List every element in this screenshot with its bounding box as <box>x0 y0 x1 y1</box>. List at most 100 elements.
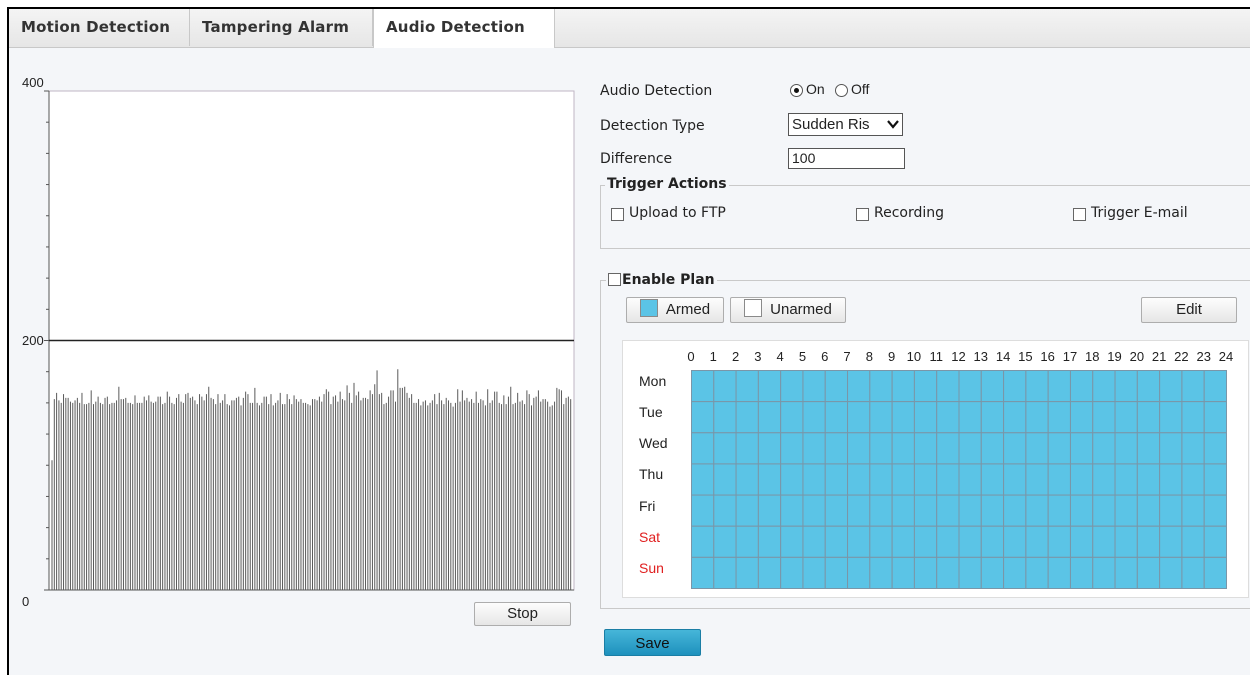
schedule-cell[interactable] <box>824 494 849 527</box>
on-radio[interactable] <box>790 84 803 97</box>
schedule-cell[interactable] <box>1047 556 1071 589</box>
schedule-cell[interactable] <box>847 432 871 465</box>
schedule-grid[interactable] <box>691 370 1227 589</box>
schedule-cell[interactable] <box>1025 370 1049 403</box>
schedule-cell[interactable] <box>691 525 715 558</box>
schedule-cell[interactable] <box>1025 463 1049 496</box>
schedule-cell[interactable] <box>936 401 960 434</box>
schedule-cell[interactable] <box>1114 401 1138 434</box>
schedule-cell[interactable] <box>802 556 826 589</box>
schedule-cell[interactable] <box>1003 525 1027 558</box>
schedule-cell[interactable] <box>1003 463 1027 496</box>
stop-button[interactable]: Stop <box>474 602 571 626</box>
schedule-cell[interactable] <box>1136 494 1161 527</box>
schedule-cell[interactable] <box>913 494 938 527</box>
schedule-cell[interactable] <box>936 370 960 403</box>
schedule-cell[interactable] <box>1092 401 1116 434</box>
schedule-cell[interactable] <box>1047 494 1071 527</box>
schedule-cell[interactable] <box>1114 370 1138 403</box>
save-button[interactable]: Save <box>604 629 701 656</box>
schedule-cell[interactable] <box>1047 401 1071 434</box>
schedule-cell[interactable] <box>1181 556 1205 589</box>
schedule-cell[interactable] <box>735 463 759 496</box>
schedule-cell[interactable] <box>980 463 1005 496</box>
schedule-cell[interactable] <box>1025 525 1049 558</box>
schedule-cell[interactable] <box>958 463 982 496</box>
schedule-cell[interactable] <box>1069 401 1094 434</box>
schedule-cell[interactable] <box>780 432 804 465</box>
schedule-cell[interactable] <box>891 401 915 434</box>
schedule-cell[interactable] <box>691 463 715 496</box>
schedule-cell[interactable] <box>713 401 737 434</box>
schedule-cell[interactable] <box>936 525 960 558</box>
schedule-cell[interactable] <box>1203 494 1227 527</box>
schedule-cell[interactable] <box>1003 370 1027 403</box>
schedule-cell[interactable] <box>1181 401 1205 434</box>
schedule-cell[interactable] <box>958 401 982 434</box>
schedule-cell[interactable] <box>1203 432 1227 465</box>
schedule-cell[interactable] <box>824 432 849 465</box>
schedule-cell[interactable] <box>824 463 849 496</box>
schedule-cell[interactable] <box>1047 525 1071 558</box>
schedule-cell[interactable] <box>1025 494 1049 527</box>
schedule-cell[interactable] <box>1114 494 1138 527</box>
schedule-cell[interactable] <box>913 432 938 465</box>
schedule-cell[interactable] <box>1136 401 1161 434</box>
schedule-cell[interactable] <box>958 370 982 403</box>
schedule-cell[interactable] <box>1159 432 1183 465</box>
schedule-cell[interactable] <box>1181 463 1205 496</box>
schedule-cell[interactable] <box>869 370 893 403</box>
schedule-cell[interactable] <box>913 463 938 496</box>
schedule-cell[interactable] <box>1092 525 1116 558</box>
schedule-cell[interactable] <box>1159 494 1183 527</box>
schedule-cell[interactable] <box>1181 525 1205 558</box>
schedule-cell[interactable] <box>824 525 849 558</box>
schedule-cell[interactable] <box>735 401 759 434</box>
schedule-cell[interactable] <box>713 370 737 403</box>
difference-input[interactable]: 100 <box>788 148 905 169</box>
schedule-cell[interactable] <box>847 401 871 434</box>
armed-button[interactable]: Armed <box>626 297 724 323</box>
schedule-cell[interactable] <box>713 525 737 558</box>
schedule-cell[interactable] <box>757 463 782 496</box>
schedule-cell[interactable] <box>1114 556 1138 589</box>
schedule-cell[interactable] <box>913 401 938 434</box>
schedule-cell[interactable] <box>824 370 849 403</box>
schedule-cell[interactable] <box>802 370 826 403</box>
schedule-cell[interactable] <box>1025 401 1049 434</box>
schedule-cell[interactable] <box>713 494 737 527</box>
schedule-cell[interactable] <box>1003 494 1027 527</box>
schedule-cell[interactable] <box>824 401 849 434</box>
schedule-cell[interactable] <box>1069 494 1094 527</box>
schedule-cell[interactable] <box>691 494 715 527</box>
schedule-cell[interactable] <box>780 401 804 434</box>
schedule-cell[interactable] <box>802 401 826 434</box>
schedule-cell[interactable] <box>936 463 960 496</box>
schedule-cell[interactable] <box>847 463 871 496</box>
schedule-cell[interactable] <box>1136 525 1161 558</box>
tab-motion-detection[interactable]: Motion Detection <box>9 9 190 46</box>
unarmed-button[interactable]: Unarmed <box>730 297 846 323</box>
schedule-cell[interactable] <box>869 432 893 465</box>
tab-audio-detection[interactable]: Audio Detection <box>373 9 555 48</box>
schedule-cell[interactable] <box>691 432 715 465</box>
detection-type-select[interactable]: Sudden Ris <box>788 113 903 136</box>
schedule-cell[interactable] <box>1047 463 1071 496</box>
schedule-cell[interactable] <box>780 370 804 403</box>
enable-plan-checkbox[interactable] <box>608 273 621 286</box>
schedule-cell[interactable] <box>1203 401 1227 434</box>
schedule-cell[interactable] <box>691 370 715 403</box>
schedule-cell[interactable] <box>1136 556 1161 589</box>
tab-tampering-alarm[interactable]: Tampering Alarm <box>190 9 373 46</box>
schedule-cell[interactable] <box>824 556 849 589</box>
schedule-cell[interactable] <box>891 463 915 496</box>
schedule-cell[interactable] <box>1025 432 1049 465</box>
schedule-cell[interactable] <box>691 556 715 589</box>
schedule-cell[interactable] <box>735 432 759 465</box>
schedule-cell[interactable] <box>980 525 1005 558</box>
schedule-cell[interactable] <box>1159 463 1183 496</box>
schedule-cell[interactable] <box>1114 525 1138 558</box>
schedule-cell[interactable] <box>757 432 782 465</box>
schedule-cell[interactable] <box>1136 463 1161 496</box>
schedule-cell[interactable] <box>980 432 1005 465</box>
